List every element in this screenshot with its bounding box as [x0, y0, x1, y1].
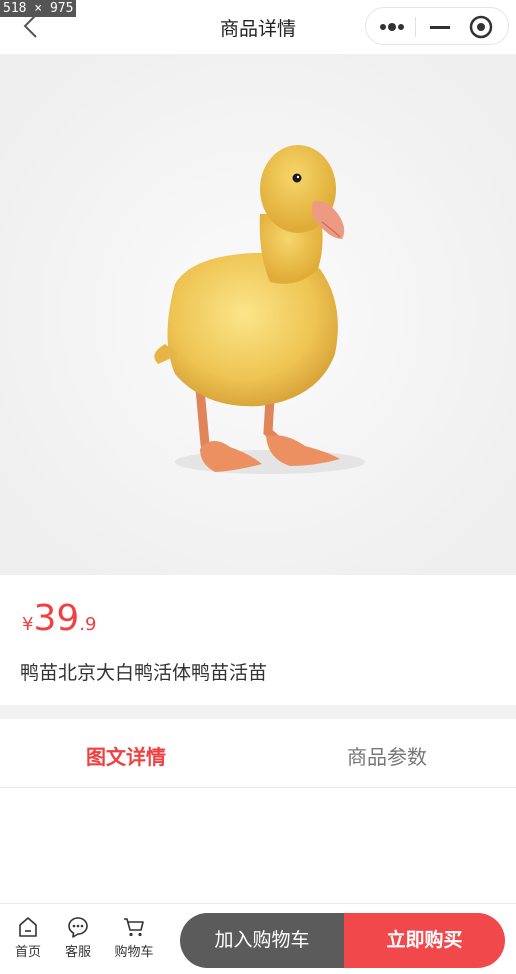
home-label: 首页	[14, 945, 41, 960]
home-button[interactable]: 首页	[8, 916, 48, 960]
customer-service-label: 客服	[64, 945, 91, 960]
buy-now-button[interactable]: 立即购买	[344, 913, 505, 968]
cart-icon	[124, 918, 144, 937]
mini-program-capsule	[365, 7, 509, 45]
capsule-divider	[415, 17, 416, 37]
home-icon	[19, 917, 37, 937]
close-target-icon[interactable]	[469, 15, 493, 39]
product-price: ¥39.9	[22, 598, 96, 639]
cart-button[interactable]: 购物车	[108, 916, 160, 960]
screenshot-size-label: 518 × 975	[0, 0, 77, 17]
section-divider	[0, 705, 516, 719]
duckling-illustration	[0, 54, 516, 575]
more-dots-icon[interactable]	[378, 18, 406, 36]
bottom-action-bar: 首页 客服 购物车 加入购物车 立即购买	[0, 903, 516, 974]
tab-product-parameters[interactable]: 商品参数	[347, 741, 427, 770]
price-decimal: .9	[79, 614, 97, 635]
add-to-cart-button[interactable]: 加入购物车	[180, 913, 344, 968]
cart-label: 购物车	[114, 945, 154, 960]
customer-service-button[interactable]: 客服	[58, 916, 98, 960]
minimize-icon[interactable]	[429, 18, 451, 36]
price-integer: 39	[33, 598, 80, 639]
product-name: 鸭苗北京大白鸭活体鸭苗活苗	[20, 662, 268, 684]
product-image	[0, 54, 516, 575]
tab-image-text-details[interactable]: 图文详情	[86, 741, 166, 770]
currency-symbol: ¥	[22, 614, 34, 635]
chat-icon	[68, 917, 88, 938]
navigation-bar: 商品详情	[0, 0, 516, 54]
detail-tabs: 图文详情 商品参数	[0, 719, 516, 788]
